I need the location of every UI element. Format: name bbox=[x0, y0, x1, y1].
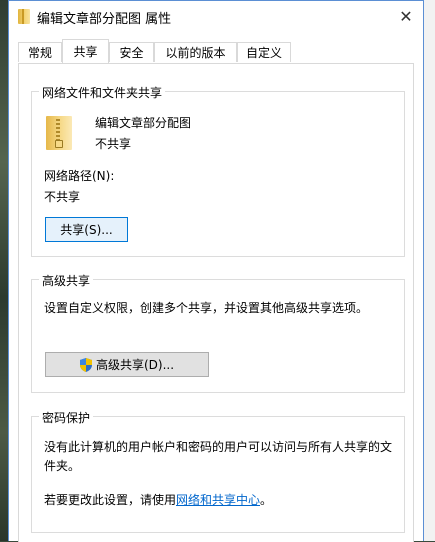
advanced-sharing-group-label: 高级共享 bbox=[39, 272, 94, 289]
change-setting-suffix: 。 bbox=[260, 493, 273, 507]
change-setting-prefix: 若要更改此设置，请使用 bbox=[44, 493, 177, 507]
uac-shield-icon bbox=[79, 357, 92, 372]
advanced-sharing-group: 高级共享 设置自定义权限，创建多个共享，并设置其他高级共享选项。 高级共享(D)… bbox=[31, 272, 405, 393]
properties-dialog: 编辑文章部分配图 属性 ✕ 常规 共享 安全 以前的版本 自定义 网络文件和文件… bbox=[8, 0, 424, 542]
folder-share-status: 不共享 bbox=[95, 137, 132, 151]
window-title: 编辑文章部分配图 属性 bbox=[37, 12, 172, 27]
tab-previous-versions[interactable]: 以前的版本 bbox=[154, 42, 237, 62]
tab-security[interactable]: 安全 bbox=[109, 42, 154, 62]
network-path-value: 不共享 bbox=[44, 190, 81, 204]
tab-strip: 常规 共享 安全 以前的版本 自定义 bbox=[18, 39, 413, 64]
network-sharing-group-label: 网络文件和文件夹共享 bbox=[39, 84, 166, 101]
advanced-sharing-description: 设置自定义权限，创建多个共享，并设置其他高级共享选项。 bbox=[44, 301, 369, 315]
network-sharing-center-link[interactable]: 网络和共享中心 bbox=[176, 493, 260, 507]
share-button[interactable]: 共享(S)... bbox=[45, 217, 128, 242]
folder-icon bbox=[18, 9, 30, 24]
advanced-sharing-button-label: 高级共享(D)... bbox=[95, 358, 175, 372]
folder-icon bbox=[46, 116, 72, 150]
password-protection-description-line2: 件夹。 bbox=[44, 459, 81, 473]
change-setting-text: 若要更改此设置，请使用网络和共享中心。 bbox=[44, 491, 272, 508]
close-button[interactable]: ✕ bbox=[389, 1, 423, 32]
sharing-tab-page: 网络文件和文件夹共享 编辑文章部分配图 不共享 网络路径(N): 不共享 共享(… bbox=[18, 63, 414, 542]
background-window-right bbox=[424, 0, 435, 541]
tab-general[interactable]: 常规 bbox=[18, 42, 62, 62]
password-protection-group-label: 密码保护 bbox=[39, 409, 94, 426]
password-protection-description-line1: 没有此计算机的用户帐户和密码的用户可以访问与所有人共享的文 bbox=[44, 440, 393, 454]
password-protection-group: 密码保护 没有此计算机的用户帐户和密码的用户可以访问与所有人共享的文 件夹。 若… bbox=[31, 409, 405, 533]
network-path-label: 网络路径(N): bbox=[44, 169, 115, 183]
title-bar[interactable]: 编辑文章部分配图 属性 ✕ bbox=[9, 1, 423, 32]
advanced-sharing-button[interactable]: 高级共享(D)... bbox=[45, 352, 209, 377]
network-sharing-group: 网络文件和文件夹共享 编辑文章部分配图 不共享 网络路径(N): 不共享 共享(… bbox=[31, 84, 405, 257]
folder-name: 编辑文章部分配图 bbox=[95, 116, 192, 130]
close-icon: ✕ bbox=[399, 7, 413, 26]
tab-customize[interactable]: 自定义 bbox=[237, 42, 291, 62]
tab-sharing[interactable]: 共享 bbox=[62, 39, 109, 63]
